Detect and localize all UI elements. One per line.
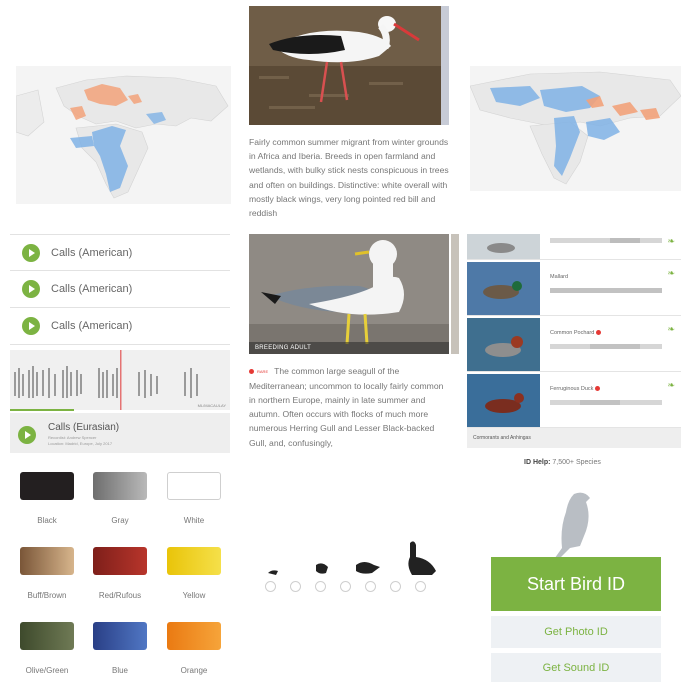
rare-dot-icon xyxy=(594,386,600,392)
species-row[interactable]: Common Pochard ❧ xyxy=(467,318,681,372)
gull-description-text: The common large seagull of the Mediterr… xyxy=(249,366,444,448)
color-swatch-buff-brown[interactable] xyxy=(20,547,74,575)
id-help-label: ID Help: xyxy=(524,459,551,466)
get-photo-id-button[interactable]: Get Photo ID xyxy=(491,616,661,648)
stork-description: Fairly common summer migrant from winter… xyxy=(249,137,449,219)
color-swatch-gray[interactable] xyxy=(93,472,147,500)
color-label: Orange xyxy=(180,666,208,675)
species-row[interactable]: Mallard ❧ xyxy=(467,262,681,316)
size-option[interactable] xyxy=(290,581,301,592)
size-medium-small-icon xyxy=(316,563,328,574)
id-help: ID Help: 7,500+ Species xyxy=(524,459,601,466)
size-medium-icon xyxy=(356,562,380,574)
rare-dot-icon xyxy=(249,369,254,375)
range-map-africa xyxy=(16,66,231,204)
color-label: Yellow xyxy=(182,591,206,600)
size-large-icon xyxy=(408,541,436,575)
color-swatch-blue[interactable] xyxy=(93,622,147,650)
rare-dot-icon xyxy=(595,330,601,336)
species-thumbnail xyxy=(467,262,540,315)
leaf-icon: ❧ xyxy=(667,324,675,334)
call-row[interactable]: Calls (American) xyxy=(10,234,230,271)
photo-scroll-edge xyxy=(441,6,449,125)
rare-tag: RARE xyxy=(257,368,269,374)
play-icon[interactable] xyxy=(22,243,40,262)
occurrence-bar xyxy=(550,400,662,405)
color-label: White xyxy=(183,516,205,525)
species-row[interactable]: ❧ xyxy=(467,234,681,260)
species-thumbnail xyxy=(467,318,540,371)
species-name: Common Pochard xyxy=(550,330,604,336)
get-sound-id-button[interactable]: Get Sound ID xyxy=(491,653,661,682)
location-text: Location: Madrid, Europe, July 2017 xyxy=(48,441,113,446)
section-header: Cormorants and Anhingas xyxy=(467,428,681,448)
size-option[interactable] xyxy=(265,581,276,592)
leaf-icon: ❧ xyxy=(667,380,675,390)
color-swatch-olive-green[interactable] xyxy=(20,622,74,650)
species-row[interactable]: Ferruginous Duck ❧ xyxy=(467,374,681,428)
color-swatch-red-rufous[interactable] xyxy=(93,547,147,575)
now-playing-call[interactable]: Calls (Eurasian) Recordist: Andrew Spenc… xyxy=(10,413,230,453)
bird-size-silhouettes xyxy=(268,541,436,575)
size-small-icon xyxy=(268,570,278,575)
color-swatch-white[interactable] xyxy=(167,472,221,500)
species-name: Mallard xyxy=(550,274,569,280)
spectrogram-image xyxy=(10,350,230,410)
occurrence-bar xyxy=(550,238,662,243)
call-row[interactable]: Calls (American) xyxy=(10,308,230,345)
play-icon[interactable] xyxy=(22,317,40,335)
call-row[interactable]: Calls (American) xyxy=(10,271,230,308)
spectrogram-credit: ML/MACAULAY xyxy=(197,403,226,408)
occurrence-bar xyxy=(550,344,662,349)
color-swatch-black[interactable] xyxy=(20,472,74,500)
call-label: Calls (American) xyxy=(51,246,133,259)
spectrogram[interactable]: ML/MACAULAY xyxy=(10,350,230,410)
size-option[interactable] xyxy=(365,581,376,592)
species-thumbnail xyxy=(467,234,540,259)
play-icon[interactable] xyxy=(22,280,40,298)
occurrence-bar xyxy=(550,288,662,293)
stork-photo[interactable] xyxy=(249,6,449,125)
pause-icon[interactable] xyxy=(18,426,36,444)
size-option[interactable] xyxy=(340,581,351,592)
size-option[interactable] xyxy=(415,581,426,592)
id-help-value: 7,500+ Species xyxy=(552,459,601,466)
leaf-icon: ❧ xyxy=(667,236,675,246)
photo-caption: BREEDING ADULT xyxy=(249,342,449,354)
call-label: Calls (American) xyxy=(51,320,133,332)
size-option[interactable] xyxy=(390,581,401,592)
call-label: Calls (American) xyxy=(51,283,133,295)
species-name: Ferruginous Duck xyxy=(550,386,603,392)
range-map-eurasia xyxy=(470,66,681,191)
color-swatch-orange[interactable] xyxy=(167,622,221,650)
next-photo-peek[interactable] xyxy=(451,234,459,354)
gull-photo[interactable]: BREEDING ADULT xyxy=(249,234,449,354)
gull-description: RARE The common large seagull of the Medi… xyxy=(249,364,449,454)
color-swatch-yellow[interactable] xyxy=(167,547,221,575)
leaf-icon: ❧ xyxy=(667,268,675,278)
size-option[interactable] xyxy=(315,581,326,592)
species-thumbnail xyxy=(467,374,540,427)
start-bird-id-button[interactable]: Start Bird ID xyxy=(491,557,661,611)
playback-progress-bar[interactable] xyxy=(10,409,74,411)
bird-perched-icon xyxy=(552,492,590,562)
now-playing-title: Calls (Eurasian) xyxy=(48,422,120,433)
